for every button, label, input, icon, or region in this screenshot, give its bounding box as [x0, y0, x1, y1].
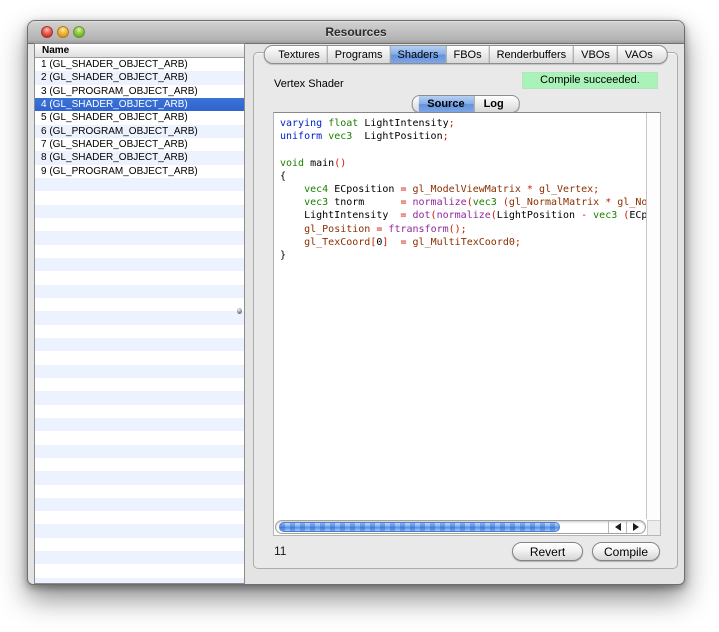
tab-vaos[interactable]: VAOs	[617, 46, 660, 63]
scroll-left-arrow-icon	[615, 523, 621, 531]
list-filler-row	[35, 231, 244, 244]
horizontal-scrollbar[interactable]	[275, 520, 646, 534]
tab-fbos[interactable]: FBOs	[445, 46, 488, 63]
code-line: vec4 ECposition = gl_ModelViewMatrix * g…	[280, 183, 646, 196]
resource-tabs: TexturesProgramsShadersFBOsRenderbuffers…	[263, 45, 668, 64]
list-filler-row	[35, 578, 244, 584]
list-filler-row	[35, 524, 244, 537]
compile-button[interactable]: Compile	[592, 542, 660, 561]
list-filler-row	[35, 205, 244, 218]
list-filler-row	[35, 178, 244, 191]
subtab-log[interactable]: Log	[474, 96, 513, 112]
list-filler-row	[35, 191, 244, 204]
code-line: {	[280, 170, 646, 183]
list-filler-row	[35, 338, 244, 351]
scrollbar-corner	[647, 520, 660, 535]
titlebar[interactable]: Resources	[28, 21, 684, 44]
list-filler-row	[35, 351, 244, 364]
list-filler-row	[35, 285, 244, 298]
revert-button[interactable]: Revert	[512, 542, 583, 561]
code-line: varying float LightIntensity;	[280, 117, 646, 130]
scroll-left-button[interactable]	[608, 521, 626, 533]
code-editor: varying float LightIntensity;uniform vec…	[273, 112, 661, 536]
shader-panel: TexturesProgramsShadersFBOsRenderbuffers…	[253, 52, 678, 569]
source-log-tabs: SourceLog	[411, 95, 519, 113]
code-text-area[interactable]: varying float LightIntensity;uniform vec…	[274, 113, 646, 519]
shader-id-label: 11	[274, 544, 286, 558]
vertical-scrollbar[interactable]	[646, 113, 660, 519]
list-filler-row	[35, 418, 244, 431]
list-filler-row	[35, 325, 244, 338]
resources-window: Resources Name 1 (GL_SHADER_OBJECT_ARB)2…	[27, 20, 685, 585]
list-filler-row	[35, 245, 244, 258]
splitter-handle[interactable]	[237, 308, 242, 314]
code-line	[280, 143, 646, 156]
horizontal-scrollbar-thumb[interactable]	[279, 522, 560, 532]
code-line: vec3 tnorm = normalize(vec3 (gl_NormalMa…	[280, 196, 646, 209]
list-item[interactable]: 4 (GL_SHADER_OBJECT_ARB)	[35, 98, 244, 111]
code-line: gl_TexCoord[0] = gl_MultiTexCoord0;	[280, 236, 646, 249]
list-filler-row	[35, 378, 244, 391]
desktop: Resources Name 1 (GL_SHADER_OBJECT_ARB)2…	[0, 0, 719, 632]
list-filler-row	[35, 298, 244, 311]
list-item[interactable]: 9 (GL_PROGRAM_OBJECT_ARB)	[35, 165, 244, 178]
list-filler-row	[35, 271, 244, 284]
list-filler-row	[35, 365, 244, 378]
tab-renderbuffers[interactable]: Renderbuffers	[489, 46, 574, 63]
list-item[interactable]: 6 (GL_PROGRAM_OBJECT_ARB)	[35, 125, 244, 138]
list-item[interactable]: 5 (GL_SHADER_OBJECT_ARB)	[35, 111, 244, 124]
code-line: uniform vec3 LightPosition;	[280, 130, 646, 143]
list-item[interactable]: 1 (GL_SHADER_OBJECT_ARB)	[35, 58, 244, 71]
code-line: LightIntensity = dot(normalize(LightPosi…	[280, 209, 646, 222]
list-item[interactable]: 3 (GL_PROGRAM_OBJECT_ARB)	[35, 85, 244, 98]
code-line: }	[280, 249, 646, 262]
list-item[interactable]: 2 (GL_SHADER_OBJECT_ARB)	[35, 71, 244, 84]
list-item[interactable]: 8 (GL_SHADER_OBJECT_ARB)	[35, 151, 244, 164]
list-filler-row	[35, 498, 244, 511]
list-rows: 1 (GL_SHADER_OBJECT_ARB)2 (GL_SHADER_OBJ…	[35, 58, 244, 583]
list-item[interactable]: 7 (GL_SHADER_OBJECT_ARB)	[35, 138, 244, 151]
list-filler-row	[35, 564, 244, 577]
tab-programs[interactable]: Programs	[327, 46, 390, 63]
list-header-label: Name	[42, 45, 69, 56]
list-filler-row	[35, 311, 244, 324]
list-column-header[interactable]: Name	[35, 44, 244, 58]
list-filler-row	[35, 218, 244, 231]
window-title: Resources	[28, 25, 684, 39]
list-filler-row	[35, 391, 244, 404]
compile-status-badge: Compile succeeded.	[522, 72, 658, 89]
list-filler-row	[35, 405, 244, 418]
list-filler-row	[35, 431, 244, 444]
code-line: void main()	[280, 157, 646, 170]
code-line: gl_Position = ftransform();	[280, 223, 646, 236]
scroll-right-arrow-icon	[633, 523, 639, 531]
tab-textures[interactable]: Textures	[271, 46, 327, 63]
subtab-source[interactable]: Source	[418, 96, 473, 112]
list-filler-row	[35, 258, 244, 271]
list-filler-row	[35, 511, 244, 524]
shader-type-label: Vertex Shader	[274, 78, 344, 90]
tab-shaders[interactable]: Shaders	[389, 46, 445, 63]
list-filler-row	[35, 551, 244, 564]
list-filler-row	[35, 458, 244, 471]
tab-vbos[interactable]: VBOs	[573, 46, 617, 63]
list-filler-row	[35, 445, 244, 458]
scroll-right-button[interactable]	[626, 521, 644, 533]
list-filler-row	[35, 538, 244, 551]
resource-list: Name 1 (GL_SHADER_OBJECT_ARB)2 (GL_SHADE…	[34, 43, 245, 584]
scrollbar-arrows	[608, 521, 644, 533]
list-filler-row	[35, 471, 244, 484]
list-filler-row	[35, 485, 244, 498]
